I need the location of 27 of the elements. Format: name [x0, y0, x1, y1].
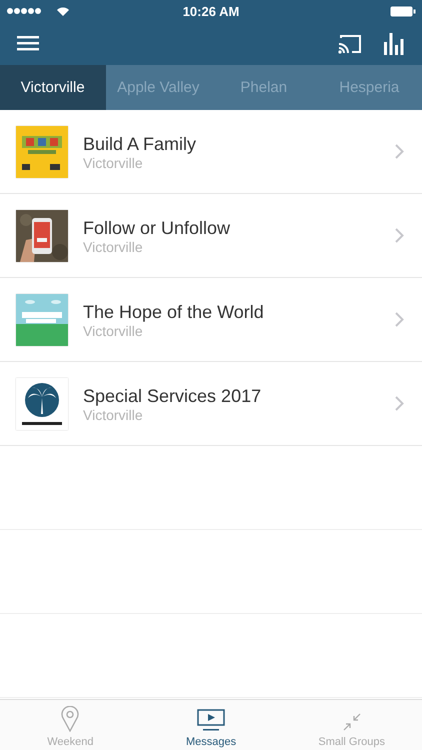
message-title: Follow or Unfollow: [83, 216, 232, 238]
message-location: Victorville: [83, 406, 144, 422]
message-title: The Hope of the World: [83, 300, 265, 322]
chevron-icon: [395, 396, 404, 411]
location-tab[interactable]: Victorville: [0, 65, 106, 110]
message-title: Special Services 2017: [83, 384, 262, 406]
chevron-icon: [395, 228, 404, 243]
chevron-icon: [395, 312, 404, 327]
message-location: Victorville: [83, 322, 144, 338]
message-location: Victorville: [83, 238, 144, 254]
menu-icon[interactable]: [17, 36, 39, 51]
message-row[interactable]: Follow or Unfollow Victorville: [0, 194, 422, 278]
bottom-tab[interactable]: Messages: [140, 700, 282, 750]
status-time: 10:26 AM: [182, 4, 240, 18]
location-pin-icon: [61, 706, 80, 732]
wifi-icon: [56, 6, 70, 16]
chevron-icon: [395, 144, 404, 159]
message-row[interactable]: The Hope of the World Victorville: [0, 278, 422, 362]
message-row[interactable]: Special Services 2017 Victorville: [0, 362, 422, 446]
message-location: Victorville: [83, 154, 144, 170]
message-title: Build A Family: [83, 132, 198, 154]
message-row[interactable]: Build A Family Victorville: [0, 110, 422, 194]
arrows-inward-icon: [342, 712, 362, 732]
video-play-icon: [197, 708, 225, 732]
equalizer-icon[interactable]: [384, 32, 404, 54]
cast-icon[interactable]: [338, 34, 362, 54]
battery-icon: [390, 6, 416, 16]
